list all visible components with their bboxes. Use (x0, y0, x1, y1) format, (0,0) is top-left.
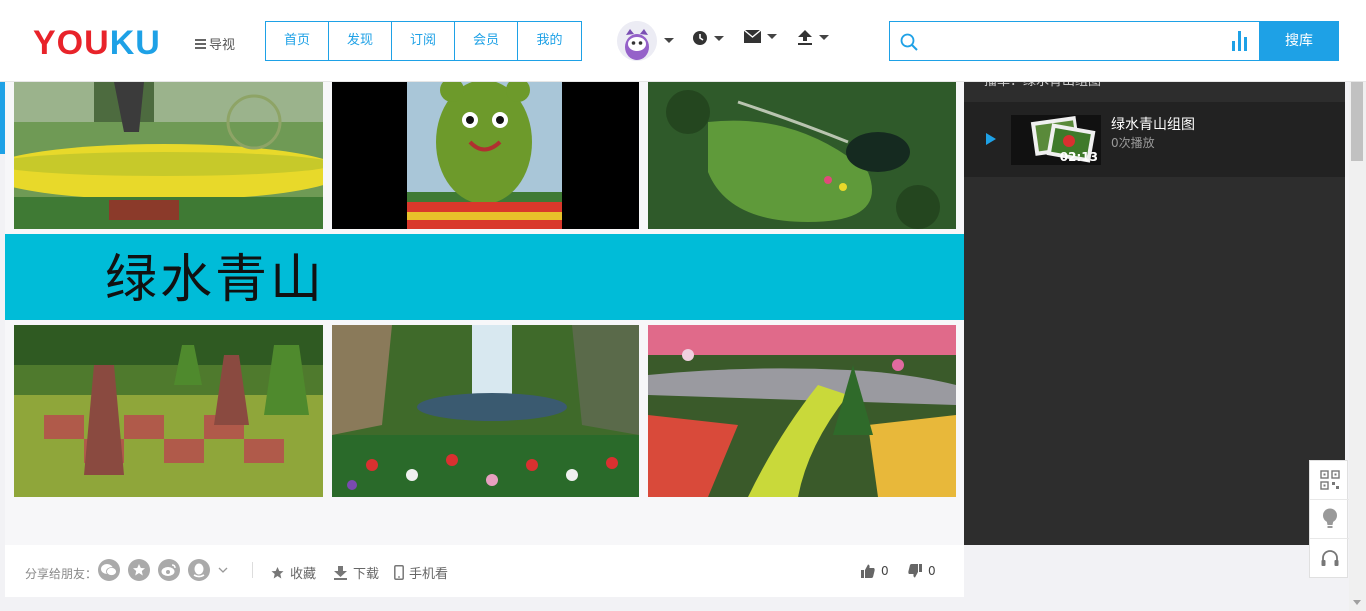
qrcode-button[interactable] (1310, 461, 1349, 500)
mobile-label: 手机看 (409, 567, 449, 582)
playlist-sidebar: 播单：绿水青山组图 02:13 绿水青山组图 0次播放 (964, 74, 1345, 545)
collect-button[interactable]: 收藏 (270, 563, 316, 582)
voice-icon[interactable] (1232, 31, 1248, 51)
main-nav-tabs: 首页 发现 订阅 会员 我的 (265, 21, 582, 61)
share-more-chevron-down-icon[interactable] (218, 567, 228, 573)
history-icon (693, 31, 707, 45)
video-band-title: 绿水青山 (105, 250, 326, 310)
menu-icon (195, 39, 206, 49)
nav-toggle-label: 导视 (209, 38, 236, 53)
playlist-item-title[interactable]: 绿水青山组图 (1111, 114, 1195, 134)
like-button[interactable]: 0 (861, 564, 889, 578)
video-frame-tile (332, 325, 639, 497)
search-button[interactable]: 搜库 (1259, 21, 1339, 61)
video-frame-tile (648, 82, 956, 229)
mail-caret-icon (767, 34, 777, 39)
search-input[interactable] (924, 22, 1224, 60)
mobile-icon (394, 565, 404, 580)
star-icon[interactable] (128, 559, 150, 581)
top-header: YOUKU 导视 首页 发现 订阅 会员 我的 搜库 (0, 0, 1366, 82)
avatar[interactable] (617, 21, 657, 61)
message-menu[interactable] (744, 30, 777, 43)
upload-menu[interactable] (797, 30, 829, 45)
upload-caret-icon (819, 35, 829, 40)
dislike-count: 0 (928, 564, 936, 578)
playlist-thumbnail[interactable]: 02:13 (1011, 115, 1101, 165)
floating-toolbar (1309, 460, 1349, 578)
download-button[interactable]: 下载 (333, 563, 379, 582)
headset-icon (1321, 549, 1338, 566)
mail-icon (744, 30, 761, 43)
qrcode-icon (1319, 470, 1340, 490)
tab-subscribe[interactable]: 订阅 (392, 22, 455, 60)
youku-logo[interactable]: YOUKU (33, 26, 161, 60)
collect-label: 收藏 (290, 567, 317, 582)
divider (252, 562, 253, 578)
title-band: 绿水青山 (5, 234, 964, 320)
video-frame-tile (14, 325, 323, 497)
tab-home[interactable]: 首页 (266, 22, 329, 60)
tab-mine[interactable]: 我的 (518, 22, 581, 60)
logo-red-part: YOU (33, 24, 110, 62)
page-scrollbar[interactable] (1349, 0, 1366, 611)
history-menu[interactable] (692, 30, 724, 46)
bulb-icon (1322, 508, 1337, 528)
search-icon[interactable] (900, 33, 918, 51)
video-player[interactable]: 绿水青山 (5, 82, 964, 545)
thumbs-up-icon (861, 564, 875, 578)
play-icon (986, 133, 996, 145)
download-label: 下载 (353, 567, 380, 582)
playlist-item[interactable]: 02:13 绿水青山组图 0次播放 (964, 102, 1345, 177)
weibo-icon[interactable] (158, 559, 180, 581)
upload-icon (798, 30, 812, 45)
tab-vip[interactable]: 会员 (455, 22, 518, 60)
video-duration: 02:13 (1059, 150, 1098, 164)
playlist-item-plays: 0次播放 (1111, 136, 1155, 150)
avatar-caret-icon[interactable] (664, 38, 674, 43)
scroll-down-arrow-icon[interactable] (1353, 600, 1361, 605)
logo-blue-part: KU (109, 24, 161, 62)
share-label: 分享给朋友： (25, 567, 98, 581)
customer-service-button[interactable] (1310, 539, 1349, 578)
left-edge-tab[interactable] (0, 82, 5, 154)
collect-icon (271, 566, 284, 578)
like-count: 0 (881, 564, 889, 578)
action-bar: 分享给朋友： 收藏 下载 手机看 0 0 (5, 545, 964, 597)
video-frame-tile (648, 325, 956, 497)
thumbs-down-icon (908, 564, 922, 578)
wechat-icon[interactable] (98, 559, 120, 581)
video-frame-tile (14, 82, 323, 229)
nav-toggle[interactable]: 导视 (195, 34, 235, 53)
tab-discover[interactable]: 发现 (329, 22, 392, 60)
video-frame-tile (332, 82, 639, 229)
download-icon (334, 565, 347, 580)
lights-button[interactable] (1310, 500, 1349, 539)
qq-icon[interactable] (188, 559, 210, 581)
mobile-watch-button[interactable]: 手机看 (394, 563, 448, 582)
history-caret-icon (714, 35, 724, 41)
search-box: 搜库 (889, 21, 1339, 61)
dislike-button[interactable]: 0 (908, 564, 936, 578)
